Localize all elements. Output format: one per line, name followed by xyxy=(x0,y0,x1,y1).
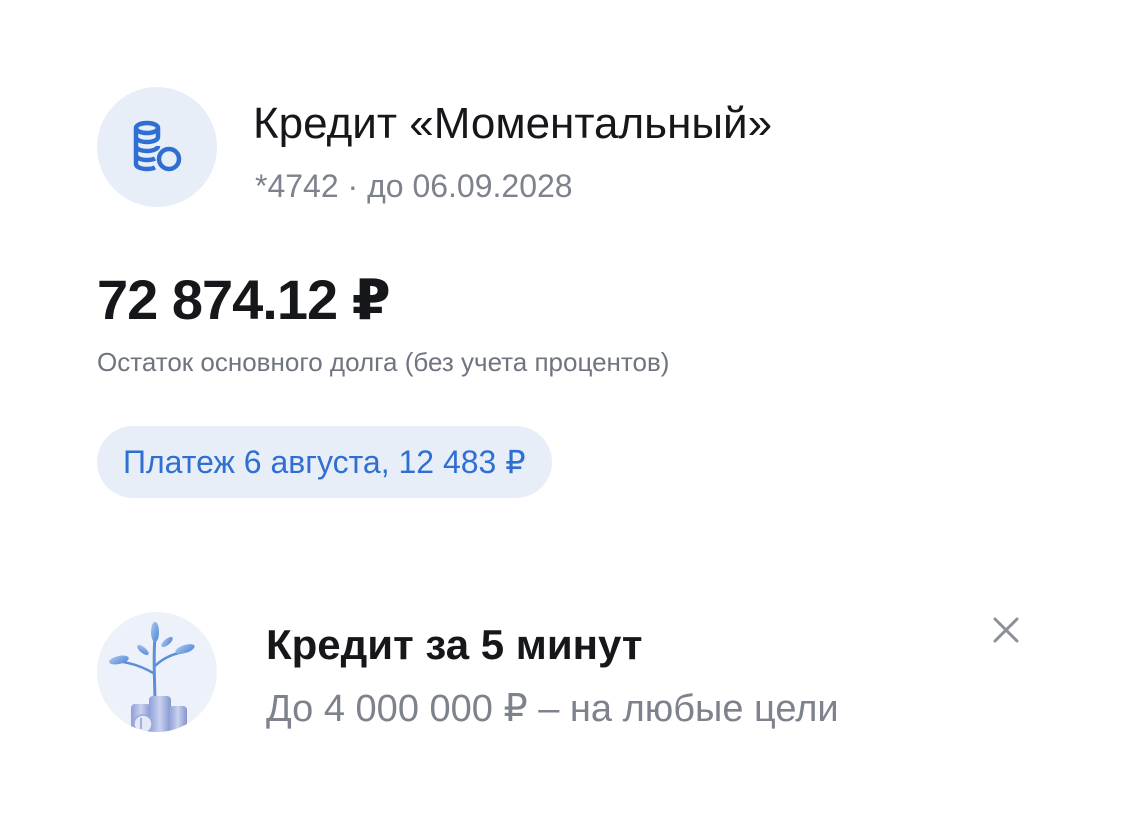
loan-account-and-term: *4742 · до 06.09.2028 xyxy=(255,168,573,204)
money-plant-icon xyxy=(109,622,195,732)
promo-title: Кредит за 5 минут xyxy=(266,621,643,668)
loan-card[interactable]: Кредит «Моментальный» *4742 · до 06.09.2… xyxy=(0,0,1126,540)
close-icon xyxy=(993,617,1019,643)
loan-title: Кредит «Моментальный» xyxy=(253,99,773,148)
credit-promo-banner[interactable]: Кредит за 5 минут До 4 000 000 ₽ – на лю… xyxy=(0,580,1126,780)
page: Кредит «Моментальный» *4742 · до 06.09.2… xyxy=(0,0,1126,822)
next-payment-chip[interactable]: Платеж 6 августа, 12 483 ₽ xyxy=(97,426,552,498)
promo-subtitle: До 4 000 000 ₽ – на любые цели xyxy=(266,688,839,730)
loan-avatar xyxy=(97,87,217,207)
close-promo-button[interactable] xyxy=(986,610,1026,650)
loan-balance-caption: Остаток основного долга (без учета проце… xyxy=(97,347,670,377)
coins-stack-icon xyxy=(133,120,182,172)
promo-avatar xyxy=(97,612,217,732)
loan-balance-amount: 72 874.12 ₽ xyxy=(97,268,391,331)
